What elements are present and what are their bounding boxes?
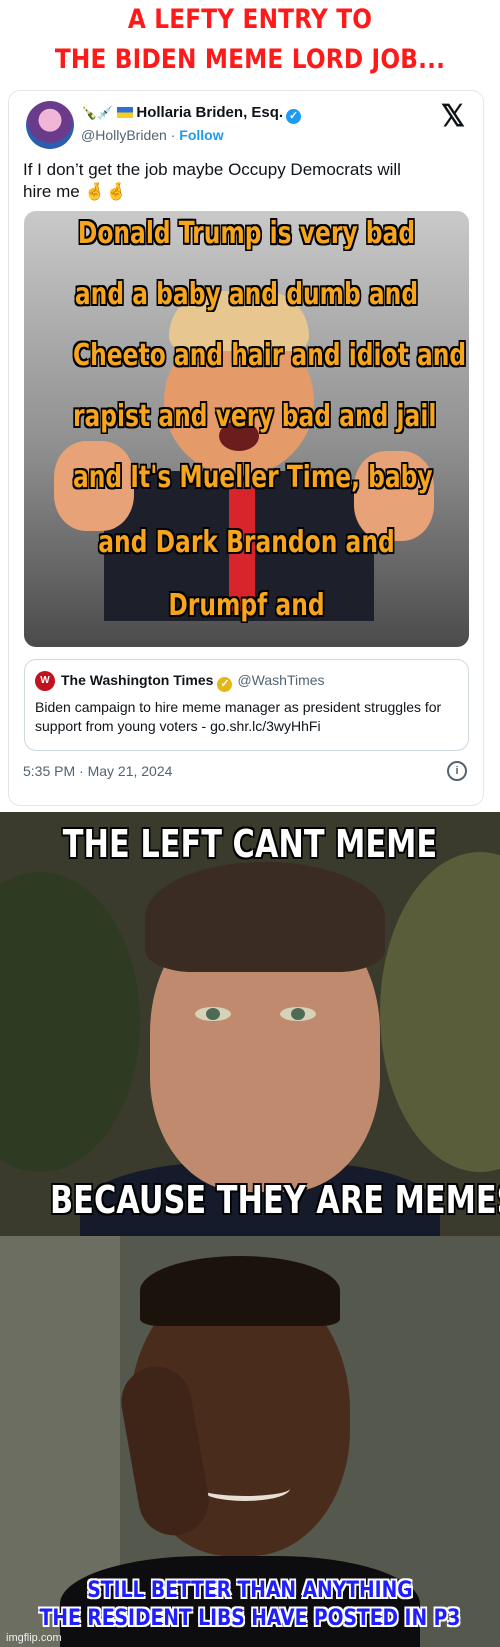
media-text-line: Cheeto and hair and idiot and: [72, 338, 467, 373]
tweet-media-image[interactable]: Donald Trump is very bad and a baby and …: [24, 211, 469, 647]
caption-line-1: A LEFTY ENTRY TO: [127, 4, 373, 35]
walken-meme-image: THE LEFT CANT MEME BECAUSE THEY ARE MEME…: [0, 812, 500, 1236]
verified-badge-icon: ✓: [286, 109, 302, 124]
bottle-icon: 🍾💉: [81, 105, 114, 120]
quoted-text-line-2: support from young voters - go.shr.lc/3w…: [35, 718, 321, 734]
tweet-handle-row: @HollyBriden · Follow: [81, 127, 224, 143]
tweet-author-name[interactable]: 🍾💉 Hollaria Briden, Esq. ✓: [81, 104, 302, 124]
meme2-bottom-text: BECAUSE THEY ARE MEMES: [50, 1178, 500, 1222]
tweet-text-line-1: If I don’t get the job maybe Occupy Demo…: [23, 160, 401, 179]
meme3-text-line-2: THE RESIDENT LIBS HAVE POSTED IN P3: [39, 1606, 461, 1631]
caption-line-2: THE BIDEN MEME LORD JOB...: [54, 44, 446, 75]
tweet-text-line-2: hire me 🤞🤞: [23, 182, 127, 201]
washington-times-logo-icon: W: [35, 671, 55, 691]
tweet-timestamp[interactable]: 5:35 PM · May 21, 2024: [23, 763, 172, 779]
thinking-man-meme-image: STILL BETTER THAN ANYTHING THE RESIDENT …: [0, 1236, 500, 1647]
imgflip-watermark: imgflip.com: [6, 1632, 62, 1644]
follow-link[interactable]: Follow: [179, 127, 223, 143]
quoted-handle: @WashTimes: [237, 672, 325, 688]
meme-caption: A LEFTY ENTRY TO THE BIDEN MEME LORD JOB…: [0, 0, 500, 92]
meme2-top-text: THE LEFT CANT MEME: [62, 822, 438, 866]
media-text-line: Drumpf and: [168, 588, 325, 623]
gold-verified-icon: ✓: [217, 677, 233, 692]
meme3-text-line-1: STILL BETTER THAN ANYTHING: [87, 1578, 413, 1603]
tweet-text: If I don’t get the job maybe Occupy Demo…: [23, 159, 463, 203]
media-text-line: rapist and very bad and jail: [72, 399, 437, 434]
media-text-line: and It's Mueller Time, baby: [72, 460, 433, 495]
quoted-text-line-1: Biden campaign to hire meme manager as p…: [35, 699, 442, 715]
quoted-tweet[interactable]: W The Washington Times ✓ @WashTimes Biden …: [24, 659, 469, 751]
media-text-line: and a baby and dumb and: [74, 277, 419, 312]
embedded-tweet[interactable]: 🍾💉 Hollaria Briden, Esq. ✓ @HollyBriden · …: [8, 90, 484, 806]
info-icon[interactable]: i: [447, 761, 467, 781]
quoted-text: Biden campaign to hire meme manager as p…: [35, 698, 455, 736]
display-name: Hollaria Briden, Esq.: [136, 104, 284, 121]
handle[interactable]: @HollyBriden: [81, 127, 167, 143]
media-text-line: Donald Trump is very bad: [77, 216, 416, 251]
x-logo-icon[interactable]: 𝕏: [441, 99, 465, 134]
quoted-author-name: The Washington Times: [61, 672, 214, 688]
ukraine-flag-icon: [117, 107, 134, 118]
quoted-author: The Washington Times ✓ @WashTimes: [61, 672, 325, 692]
avatar[interactable]: [26, 101, 74, 149]
media-text-line: and Dark Brandon and: [98, 525, 395, 560]
